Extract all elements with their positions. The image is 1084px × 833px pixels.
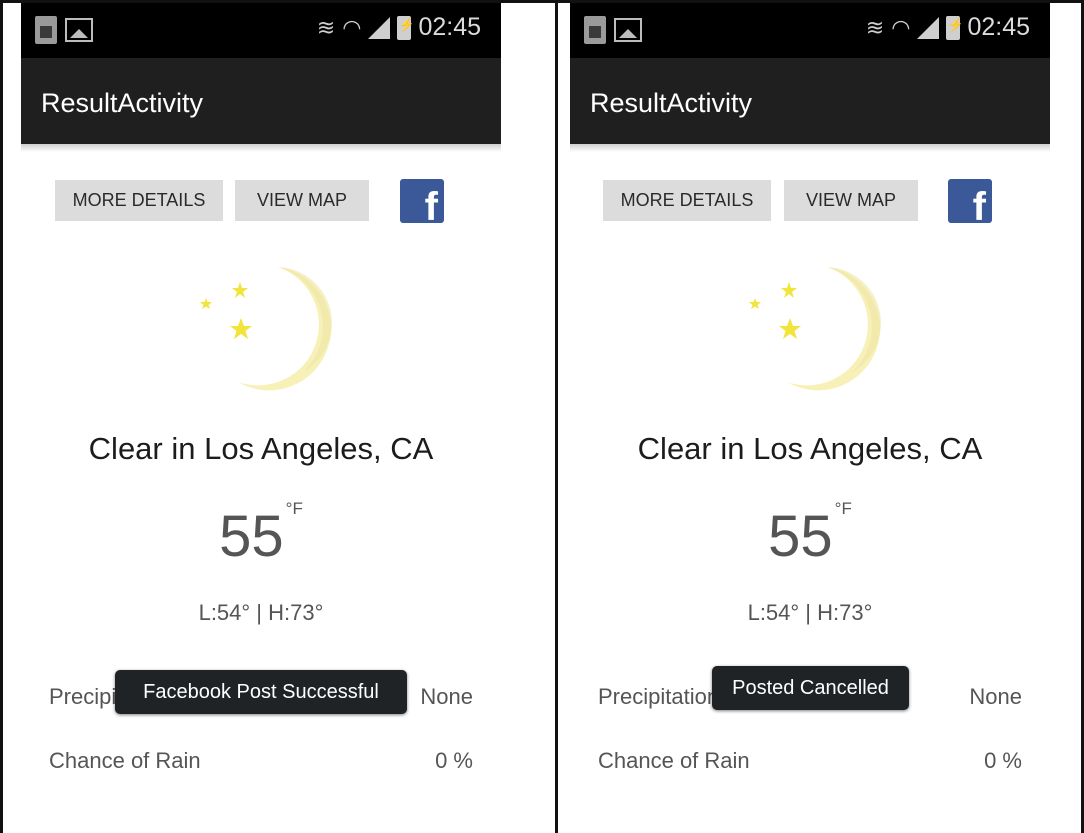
min-max-temperature: L:54° | H:73° xyxy=(747,600,873,625)
status-time: 02:45 xyxy=(418,13,481,41)
status-time: 02:45 xyxy=(967,13,1030,41)
chance-of-rain-label: Chance of Rain xyxy=(598,748,750,773)
signal-icon xyxy=(368,16,391,39)
vibrate-icon: ≋ xyxy=(316,14,336,40)
temperature-value: 55 xyxy=(768,504,833,569)
weather-summary: Clear in Los Angeles, CA xyxy=(637,431,983,466)
wifi-icon: ◠ xyxy=(342,14,362,40)
action-bar-shadow xyxy=(21,144,501,152)
temperature-display: 55 °F xyxy=(570,499,1050,570)
facebook-icon: f xyxy=(972,185,986,223)
view-map-button[interactable]: VIEW MAP xyxy=(235,180,369,221)
chance-of-rain-row: Chance of Rain 0 % xyxy=(598,748,1022,774)
toast-message: Facebook Post Successful xyxy=(115,670,407,714)
image-notification-icon xyxy=(65,18,93,42)
facebook-share-button[interactable]: f xyxy=(400,179,444,223)
action-bar: ResultActivity xyxy=(21,58,501,144)
sim-card-icon xyxy=(584,16,606,44)
sim-card-icon xyxy=(35,16,57,44)
chance-of-rain-row: Chance of Rain 0 % xyxy=(49,748,473,774)
frame-divider xyxy=(555,0,558,833)
clear-night-moon-icon xyxy=(200,267,332,391)
more-details-button[interactable]: MORE DETAILS xyxy=(55,180,223,221)
wifi-icon: ◠ xyxy=(891,14,911,40)
facebook-icon: f xyxy=(424,185,438,223)
phone-screen-1: ≋ ◠ 02:45 ResultActivity MORE DETAILS VI… xyxy=(21,3,501,833)
vibrate-icon: ≋ xyxy=(865,14,885,40)
temperature-unit: °F xyxy=(834,499,852,518)
phone-screen-2: ≋ ◠ 02:45 ResultActivity MORE DETAILS VI… xyxy=(570,3,1050,833)
temperature-display: 55 °F xyxy=(21,499,501,570)
action-bar-shadow xyxy=(570,144,1050,152)
status-bar: ≋ ◠ 02:45 xyxy=(570,3,1050,58)
status-bar: ≋ ◠ 02:45 xyxy=(21,3,501,58)
frame-left-border xyxy=(0,0,3,833)
clear-night-moon-icon xyxy=(749,267,881,391)
battery-charging-icon xyxy=(946,15,964,40)
signal-icon xyxy=(917,16,940,39)
min-max-temperature: L:54° | H:73° xyxy=(198,600,324,625)
activity-title: ResultActivity xyxy=(590,88,753,118)
precipitation-value: None xyxy=(420,684,473,709)
precipitation-label: Precipitation xyxy=(598,684,720,709)
activity-title: ResultActivity xyxy=(41,88,204,118)
temperature-unit: °F xyxy=(285,499,303,518)
image-notification-icon xyxy=(614,18,642,42)
toast-message: Posted Cancelled xyxy=(712,666,909,710)
chance-of-rain-label: Chance of Rain xyxy=(49,748,201,773)
action-bar: ResultActivity xyxy=(570,58,1050,144)
battery-charging-icon xyxy=(397,15,415,40)
weather-summary: Clear in Los Angeles, CA xyxy=(88,431,434,466)
chance-of-rain-value: 0 % xyxy=(984,748,1022,773)
facebook-share-button[interactable]: f xyxy=(948,179,992,223)
view-map-button[interactable]: VIEW MAP xyxy=(784,180,918,221)
chance-of-rain-value: 0 % xyxy=(435,748,473,773)
temperature-value: 55 xyxy=(219,504,284,569)
more-details-button[interactable]: MORE DETAILS xyxy=(603,180,771,221)
precipitation-value: None xyxy=(969,684,1022,709)
